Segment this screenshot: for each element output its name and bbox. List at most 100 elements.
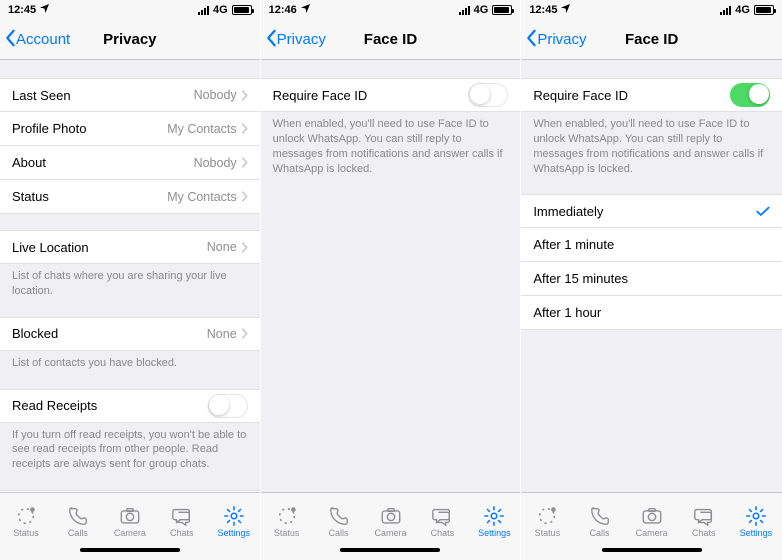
chats-icon [692,505,716,527]
tab-status[interactable]: Status [521,493,573,546]
tab-status[interactable]: Status [0,493,52,546]
network-label: 4G [735,4,750,16]
toggle-switch[interactable] [208,394,248,418]
network-label: 4G [213,4,228,16]
row-label: Live Location [12,240,207,255]
status-icon [14,505,38,527]
row-label: Read Receipts [12,398,208,413]
table-row[interactable]: Last SeenNobody [0,78,260,112]
home-indicator[interactable] [521,546,782,560]
back-button[interactable]: Account [4,29,70,51]
row-label: Last Seen [12,88,194,103]
table-row[interactable]: After 1 minute [521,228,782,262]
row-label: After 1 minute [533,237,770,252]
row-value: Nobody [194,88,237,102]
row-label: After 1 hour [533,305,770,320]
location-icon [561,4,570,16]
content-area: Require Face ID When enabled, you'll nee… [521,60,782,492]
calls-icon [588,505,612,527]
table-row[interactable]: After 15 minutes [521,262,782,296]
tab-chats[interactable]: Chats [678,493,730,546]
camera-icon [118,505,142,527]
tab-label: Chats [170,528,194,538]
table-row[interactable]: Require Face ID [261,78,521,112]
row-label: Require Face ID [533,88,730,103]
chevron-right-icon [241,157,248,168]
group-footer: If you turn off read receipts, you won't… [0,423,260,475]
tab-status[interactable]: Status [261,493,313,546]
status-bar: 12:46 4G [261,0,521,20]
toggle-switch[interactable] [730,83,770,107]
chats-icon [430,505,454,527]
tab-label: Camera [636,528,668,538]
tab-label: Chats [431,528,455,538]
nav-bar: Account Privacy [0,20,260,60]
table-row[interactable]: StatusMy Contacts [0,180,260,214]
tab-camera[interactable]: Camera [104,493,156,546]
status-icon [535,505,559,527]
row-label: About [12,155,194,170]
tab-calls[interactable]: Calls [573,493,625,546]
table-row[interactable]: Immediately [521,194,782,228]
nav-bar: Privacy Face ID [521,20,782,60]
table-row[interactable]: BlockedNone [0,317,260,351]
settings-group: Last SeenNobody Profile PhotoMy Contacts… [0,78,260,214]
settings-group: BlockedNone [0,317,260,351]
settings-group: Screen Lock [0,490,260,492]
calls-icon [66,505,90,527]
row-value: My Contacts [167,190,236,204]
status-bar: 12:45 4G [521,0,782,20]
tab-chats[interactable]: Chats [416,493,468,546]
table-row[interactable]: Read Receipts [0,389,260,423]
back-button[interactable]: Privacy [525,29,586,51]
settings-icon [222,505,246,527]
row-label: After 15 minutes [533,271,770,286]
table-row[interactable]: Live LocationNone [0,230,260,264]
signal-icon [720,6,731,15]
status-bar: 12:45 4G [0,0,260,20]
settings-icon [482,505,506,527]
phone-screen: 12:46 4G Privacy Face ID Require Face ID… [261,0,522,560]
row-value: None [207,327,237,341]
tab-label: Settings [478,528,511,538]
chevron-left-icon [265,29,277,51]
settings-group: Require Face ID [521,78,782,112]
battery-icon [754,5,774,15]
table-row[interactable]: After 1 hour [521,296,782,330]
toggle-switch[interactable] [468,83,508,107]
tab-camera[interactable]: Camera [626,493,678,546]
tab-settings[interactable]: Settings [468,493,520,546]
tab-calls[interactable]: Calls [52,493,104,546]
chevron-left-icon [525,29,537,51]
calls-icon [327,505,351,527]
home-indicator[interactable] [0,546,260,560]
tab-label: Chats [692,528,716,538]
tab-chats[interactable]: Chats [156,493,208,546]
network-label: 4G [474,4,489,16]
table-row[interactable]: Profile PhotoMy Contacts [0,112,260,146]
location-icon [301,4,310,16]
phone-screen: 12:45 4G Privacy Face ID Require Face ID… [521,0,782,560]
tab-camera[interactable]: Camera [365,493,417,546]
tab-label: Status [274,528,300,538]
camera-icon [640,505,664,527]
chevron-right-icon [241,191,248,202]
row-value: None [207,240,237,254]
back-button[interactable]: Privacy [265,29,326,51]
home-indicator[interactable] [261,546,521,560]
tab-label: Camera [374,528,406,538]
row-value: Nobody [194,156,237,170]
status-icon [275,505,299,527]
check-icon [756,206,770,217]
tab-bar: Status Calls Camera Chats Settings [521,492,782,546]
table-row[interactable]: Screen Lock [0,490,260,492]
status-time: 12:46 [269,4,297,16]
tab-settings[interactable]: Settings [208,493,260,546]
row-label: Immediately [533,204,756,219]
table-row[interactable]: Require Face ID [521,78,782,112]
row-label: Blocked [12,326,207,341]
table-row[interactable]: AboutNobody [0,146,260,180]
tab-settings[interactable]: Settings [730,493,782,546]
signal-icon [459,6,470,15]
tab-calls[interactable]: Calls [313,493,365,546]
